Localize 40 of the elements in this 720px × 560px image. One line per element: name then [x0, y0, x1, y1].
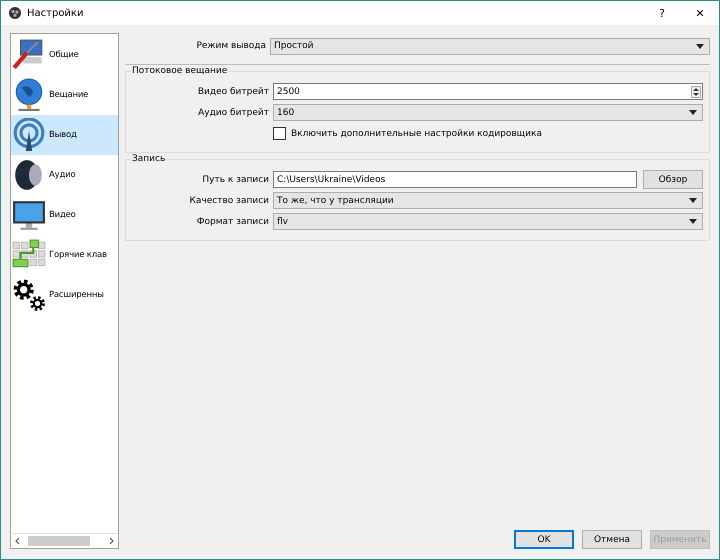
sidebar-item[interactable]: Горячие клав	[11, 235, 118, 275]
broadcast-icon	[12, 118, 46, 152]
window-title: Настройки	[27, 8, 84, 18]
field-label: Качество записи	[188, 196, 269, 206]
caret-icon	[696, 44, 704, 48]
dialog-button[interactable]: Отмена	[582, 530, 642, 549]
spin-field[interactable]: 2500	[273, 83, 703, 100]
scroll-right-icon[interactable]	[107, 537, 115, 545]
checkbox-option[interactable]: Включить дополнительные настройки кодировщика	[273, 127, 542, 140]
horizontal-scrollbar[interactable]	[11, 533, 118, 548]
dropdown[interactable]: Простой	[270, 38, 710, 54]
field-label: Формат записи	[196, 216, 269, 226]
path-field[interactable]: C:\Users\Ukraine\Videos	[273, 171, 637, 188]
sidebar-item[interactable]: Вывод	[11, 115, 118, 155]
close-button[interactable]: ✕	[681, 1, 719, 25]
group-title: Запись	[131, 154, 166, 164]
caret-icon	[689, 198, 697, 203]
field-label: Путь к записи	[201, 174, 269, 184]
sidebar-item[interactable]: Видео	[11, 195, 118, 235]
help-button[interactable]: ?	[643, 1, 681, 25]
dropdown[interactable]: То же, что у трансляции	[273, 192, 703, 209]
scroll-left-icon[interactable]	[14, 537, 22, 545]
field-label: Режим вывода	[195, 41, 266, 51]
dropdown[interactable]: 160	[273, 104, 703, 121]
caret-icon	[689, 219, 697, 224]
checkbox[interactable]	[273, 127, 286, 140]
spin-arrows-icon[interactable]	[691, 86, 701, 98]
sidebar-item[interactable]: Расширенны	[11, 275, 118, 315]
sidebar-item[interactable]: Общие	[11, 35, 118, 75]
dialog-button[interactable]: OK	[514, 530, 574, 549]
gears-icon	[12, 278, 46, 312]
field-label: Видео битрейт	[196, 86, 269, 96]
browse-button[interactable]: Обзор	[643, 170, 703, 189]
sidebar-item[interactable]: Вещание	[11, 75, 118, 115]
sidebar-item[interactable]: Аудио	[11, 155, 118, 195]
caret-icon	[689, 110, 697, 115]
group-title: Потоковое вещание	[131, 66, 228, 76]
app-logo-icon	[9, 7, 21, 19]
field-label: Аудио битрейт	[197, 108, 269, 118]
dropdown[interactable]: flv	[273, 213, 703, 230]
